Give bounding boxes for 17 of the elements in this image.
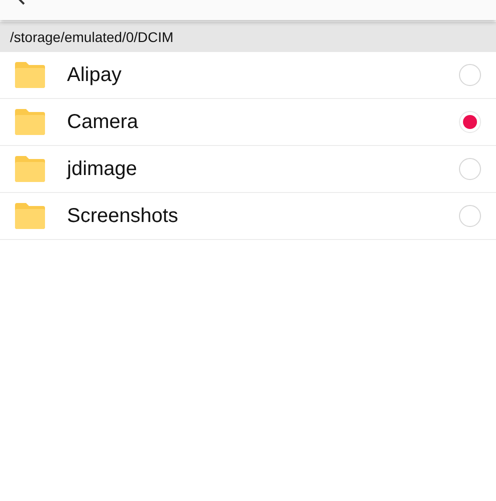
folder-row[interactable]: Alipay xyxy=(0,52,496,99)
folder-icon xyxy=(15,109,45,135)
folder-name: Camera xyxy=(67,110,140,134)
radio-button[interactable] xyxy=(459,158,481,180)
folder-row[interactable]: jdimage xyxy=(0,146,496,193)
folder-icon xyxy=(15,62,45,88)
folder-icon xyxy=(15,156,45,182)
folder-name: Screenshots xyxy=(67,204,180,228)
folder-name: Alipay xyxy=(67,64,122,86)
radio-button[interactable] xyxy=(459,111,481,133)
folder-icon xyxy=(15,203,45,229)
folder-row[interactable]: Screenshots xyxy=(0,193,496,240)
radio-button[interactable] xyxy=(459,64,481,86)
folder-name: jdimage xyxy=(67,158,138,180)
radio-button[interactable] xyxy=(459,205,481,227)
folder-path: /storage/emulated/0/DCIM xyxy=(10,29,174,45)
folder-row[interactable]: Camera xyxy=(0,99,496,146)
